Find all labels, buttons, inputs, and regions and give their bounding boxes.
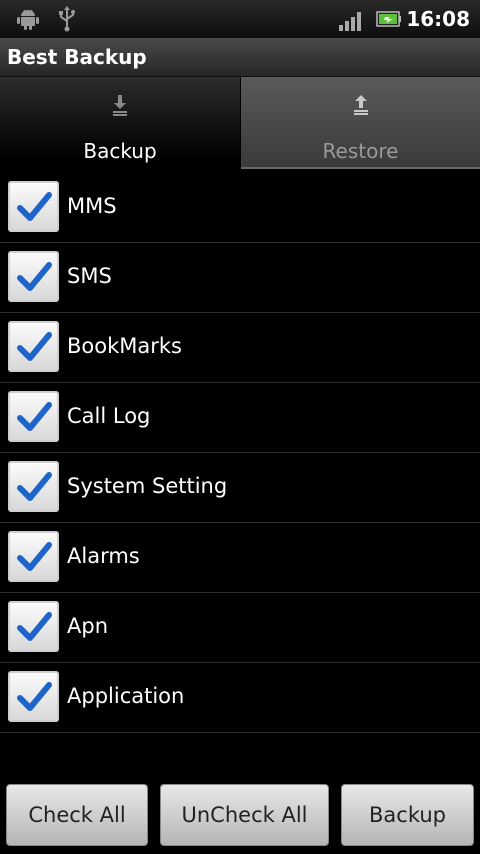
list-item-application[interactable]: Application [0,663,480,733]
list-item-call-log[interactable]: Call Log [0,383,480,453]
tab-bar: Backup Restore [0,77,480,173]
list-item-label: SMS [67,264,112,288]
checkbox-system-setting[interactable] [8,461,59,512]
usb-icon [56,5,78,37]
upload-icon [351,93,371,121]
check-icon [17,612,52,641]
tab-backup[interactable]: Backup [0,77,240,173]
list-item-sms[interactable]: SMS [0,243,480,313]
title-bar: Best Backup [0,38,480,77]
list-item-apn[interactable]: Apn [0,593,480,663]
backup-item-list: MMS SMS BookMarks Call Log System Settin… [0,173,480,733]
checkbox-sms[interactable] [8,251,59,302]
tab-backup-label: Backup [83,139,157,163]
list-item-label: BookMarks [67,334,182,358]
list-item-label: System Setting [67,474,228,498]
bottom-button-bar: Check All UnCheck All Backup [0,774,480,854]
list-item-label: Application [67,684,185,708]
checkbox-call-log[interactable] [8,391,59,442]
list-item-label: MMS [67,194,117,218]
status-clock: 16:08 [406,7,470,31]
checkbox-mms[interactable] [8,181,59,232]
list-item-label: Alarms [67,544,140,568]
signal-icon [338,9,364,35]
check-icon [17,682,52,711]
checkbox-apn[interactable] [8,601,59,652]
tab-restore-label: Restore [322,139,399,163]
check-all-button[interactable]: Check All [6,784,148,846]
list-item-bookmarks[interactable]: BookMarks [0,313,480,383]
tab-restore[interactable]: Restore [241,77,480,169]
download-icon [110,93,130,121]
backup-button[interactable]: Backup [341,784,474,846]
list-item-alarms[interactable]: Alarms [0,523,480,593]
check-icon [17,542,52,571]
list-item-label: Apn [67,614,109,638]
app-title: Best Backup [7,45,147,69]
list-item-system-setting[interactable]: System Setting [0,453,480,523]
checkbox-application[interactable] [8,671,59,722]
check-icon [17,192,52,221]
checkbox-bookmarks[interactable] [8,321,59,372]
check-icon [17,402,52,431]
uncheck-all-button[interactable]: UnCheck All [160,784,329,846]
checkbox-alarms[interactable] [8,531,59,582]
check-icon [17,472,52,501]
battery-icon [376,10,402,32]
check-icon [17,332,52,361]
list-item-mms[interactable]: MMS [0,173,480,243]
check-icon [17,262,52,291]
status-bar: 16:08 [0,0,480,38]
list-item-label: Call Log [67,404,151,428]
android-icon [16,7,40,35]
